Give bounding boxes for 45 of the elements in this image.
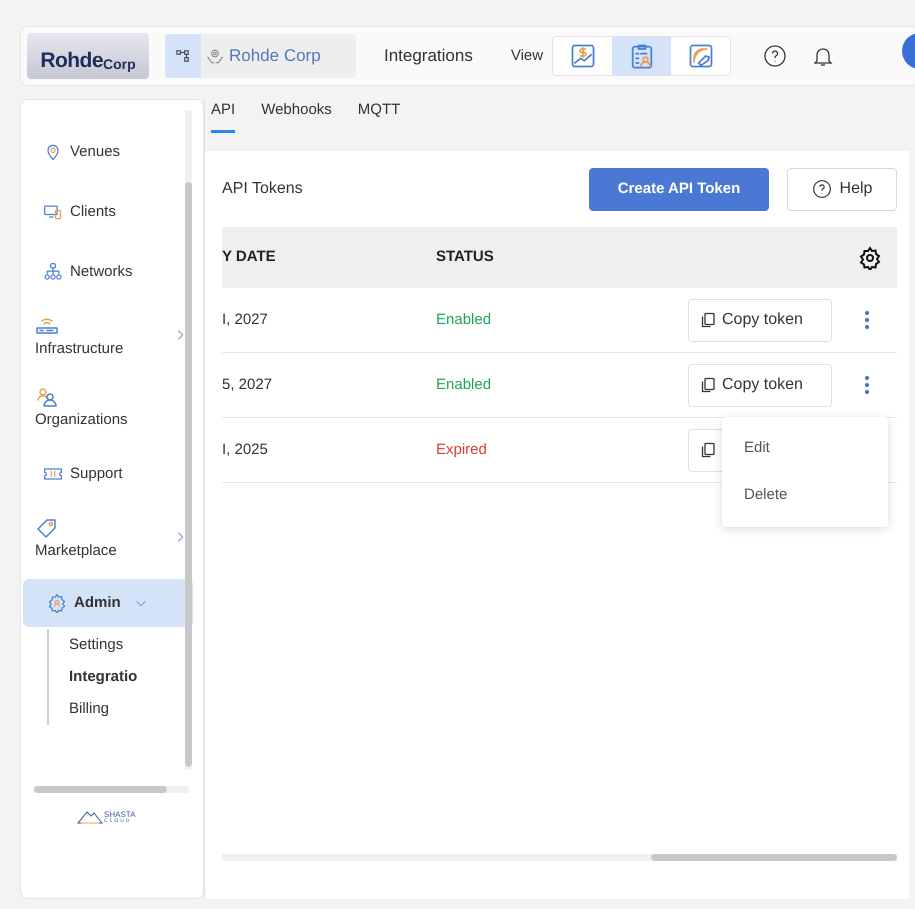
menu-item[interactable]: Delete	[722, 472, 888, 519]
more-options-icon[interactable]	[864, 310, 870, 330]
status-text: Expired	[436, 440, 487, 460]
menu-item[interactable]: Edit	[722, 425, 888, 472]
view-label: View	[510, 46, 544, 66]
copy-icon	[700, 442, 716, 458]
copy-icon	[700, 377, 716, 393]
sidebar-item[interactable]: Admin	[23, 579, 193, 627]
status-text: Enabled	[436, 310, 492, 330]
settings-icon[interactable]	[858, 246, 882, 270]
view-option[interactable]	[612, 37, 672, 75]
sidebar-item[interactable]: Networks	[35, 246, 195, 298]
copy-token-button[interactable]: Copy token	[688, 298, 832, 342]
card-title: API Tokens	[222, 179, 303, 199]
company-logo: RohdeCorp	[27, 33, 149, 79]
status-text: Enabled	[436, 374, 492, 395]
submenu-item[interactable]: Settings	[49, 629, 195, 661]
sidebar-item[interactable]: Support	[35, 448, 195, 500]
network-icon	[43, 262, 63, 282]
sidebar-item[interactable]: Infrastructure	[35, 306, 195, 368]
create-token-button[interactable]: Create API Token	[589, 168, 769, 210]
sidebar-item[interactable]: Venues	[35, 126, 195, 178]
more-options-icon[interactable]	[864, 375, 870, 395]
copy-token-button[interactable]: Copy token	[688, 364, 832, 406]
tab[interactable]: MQTT	[358, 99, 400, 132]
table-cell-text: 5, 2027	[222, 374, 274, 395]
column-header: STATUS	[436, 247, 494, 268]
copy-icon	[700, 312, 716, 328]
sidebar-item[interactable]: Organizations	[35, 377, 195, 439]
table-cell-text: I, 2027	[222, 310, 269, 330]
hierarchy-icon	[176, 49, 190, 63]
organization-switcher[interactable]: Rohde Corp	[165, 34, 356, 78]
table-cell-text: I, 2025	[222, 440, 269, 460]
sidebar-item[interactable]: Marketplace	[35, 508, 195, 570]
gear-icon	[47, 593, 67, 613]
sidebar-item[interactable]: Clients	[35, 186, 195, 238]
help-icon	[812, 179, 832, 199]
submenu-item[interactable]: Billing	[49, 693, 195, 725]
page-title: Integrations	[384, 45, 473, 68]
help-icon[interactable]	[763, 44, 788, 68]
help-button[interactable]: Help	[787, 168, 897, 210]
chart-dollar-icon	[568, 42, 597, 70]
tab[interactable]: API	[211, 99, 236, 132]
column-header: Y DATE	[222, 247, 277, 268]
tab[interactable]: Webhooks	[261, 99, 332, 132]
